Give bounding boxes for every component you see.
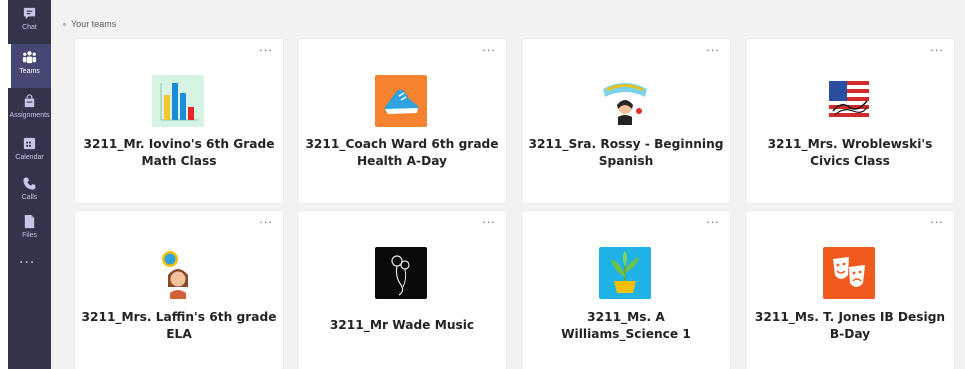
- team-name: 3211_Mrs. Laffin's 6th grade ELA: [81, 310, 277, 341]
- nav-assignments[interactable]: Assignments: [8, 88, 51, 132]
- more-apps-button[interactable]: ...: [19, 252, 41, 266]
- theater-masks-avatar: [823, 247, 875, 299]
- app-bar: Chat Teams Assignments Calendar Calls Fi…: [8, 0, 51, 369]
- teams-icon: [22, 51, 37, 64]
- nav-calendar-label: Calendar: [15, 154, 44, 161]
- more-options-button[interactable]: ...: [929, 42, 945, 55]
- more-options-button[interactable]: ...: [258, 42, 274, 55]
- team-name: 3211_Mr Wade Music: [329, 318, 475, 332]
- sneaker-avatar: [375, 75, 427, 127]
- breadcrumb-your-teams: Your teams: [71, 19, 117, 29]
- team-name: 3211_Coach Ward 6th grade Health A-Day: [305, 137, 499, 168]
- team-name: 3211_Mrs. Wroblewski's Civics Class: [767, 137, 933, 168]
- team-card[interactable]: ... 3211_Ms. A Williams_Science 1: [522, 211, 730, 369]
- teams-grid-view: Your teams ... 3211_Mr. Iovino's 6th Gra…: [51, 0, 965, 369]
- nav-files-label: Files: [22, 232, 37, 239]
- civics-flag-avatar: [823, 75, 875, 127]
- bar-chart-avatar: [152, 75, 204, 127]
- team-name: 3211_Ms. T. Jones IB Design B-Day: [754, 310, 946, 341]
- team-card[interactable]: ... 3211_Ms. T. Jones IB Design B-Day: [746, 211, 954, 369]
- more-options-button[interactable]: ...: [705, 214, 721, 227]
- nav-assignments-label: Assignments: [9, 112, 50, 119]
- team-card[interactable]: ... 3211_Mrs. Laffin's 6th grade ELA: [75, 211, 283, 369]
- nav-teams[interactable]: Teams: [8, 44, 51, 88]
- team-name: 3211_Sra. Rossy - Beginning Spanish: [528, 137, 724, 168]
- team-name: 3211_Ms. A Williams_Science 1: [561, 310, 691, 341]
- potted-plant-avatar: [599, 247, 651, 299]
- nav-calls-label: Calls: [21, 194, 38, 201]
- more-options-button[interactable]: ...: [258, 214, 274, 227]
- nav-calendar[interactable]: Calendar: [8, 130, 51, 174]
- team-card[interactable]: ... 3211_Mr. Iovino's 6th Grade Math Cla…: [75, 39, 283, 203]
- assignments-icon: [24, 94, 35, 108]
- nav-chat[interactable]: Chat: [8, 0, 51, 44]
- more-options-button[interactable]: ...: [705, 42, 721, 55]
- team-card[interactable]: ... 3211_Mrs. Wroblewski's Civics Class: [746, 39, 954, 203]
- nav-chat-label: Chat: [22, 24, 37, 31]
- team-card[interactable]: ... 3211_Mr Wade Music: [298, 211, 506, 369]
- files-icon: [24, 214, 35, 229]
- bitmoji-avatar: [152, 247, 204, 299]
- more-options-button[interactable]: ...: [481, 42, 497, 55]
- team-name: 3211_Mr. Iovino's 6th Grade Math Class: [83, 137, 275, 168]
- team-card[interactable]: ... 3211_Coach Ward 6th grade Health A-D…: [298, 39, 506, 203]
- breadcrumb: Your teams: [63, 19, 116, 29]
- more-options-button[interactable]: ...: [929, 214, 945, 227]
- beginning-spanish-bitmoji-avatar: [599, 75, 651, 127]
- nav-files[interactable]: Files: [8, 208, 51, 252]
- nav-teams-label: Teams: [19, 68, 40, 75]
- music-sketch-avatar: [375, 247, 427, 299]
- calendar-icon: [23, 137, 36, 150]
- calls-icon: [23, 177, 36, 190]
- team-card[interactable]: ... 3211_Sra. Rossy - Beginning Spanish: [522, 39, 730, 203]
- breadcrumb-dot-icon: [63, 23, 66, 27]
- chat-icon: [23, 7, 36, 20]
- more-options-button[interactable]: ...: [481, 214, 497, 227]
